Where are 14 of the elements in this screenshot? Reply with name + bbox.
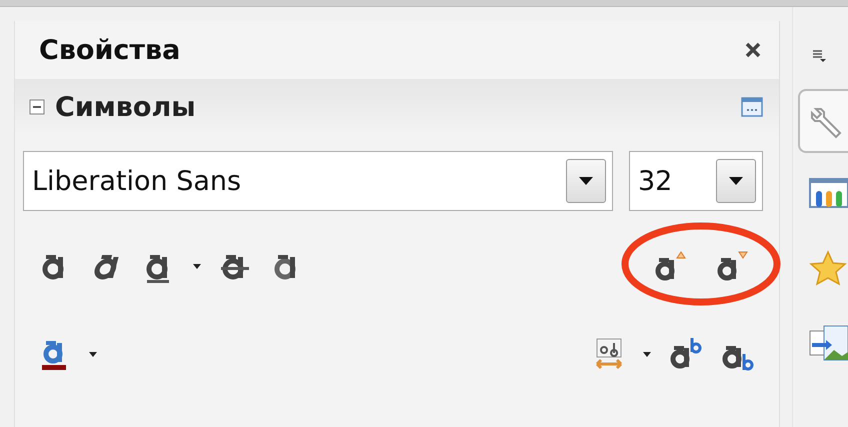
font-name-combobox[interactable]: Liberation Sans xyxy=(23,151,613,211)
section-title: Символы xyxy=(55,92,197,122)
caret-icon xyxy=(579,177,593,185)
dropdown-button[interactable] xyxy=(566,159,606,203)
caret-icon[interactable] xyxy=(89,352,97,356)
caret-icon[interactable] xyxy=(193,264,201,268)
caret-icon[interactable] xyxy=(643,352,651,356)
dropdown-button[interactable] xyxy=(716,159,756,203)
caret-icon xyxy=(729,177,743,185)
close-icon[interactable] xyxy=(743,40,763,60)
more-options-icon[interactable] xyxy=(741,97,763,117)
collapse-icon[interactable] xyxy=(29,99,45,115)
panel-title: Свойства xyxy=(39,34,180,66)
font-size-combobox[interactable]: 32 xyxy=(629,151,763,211)
